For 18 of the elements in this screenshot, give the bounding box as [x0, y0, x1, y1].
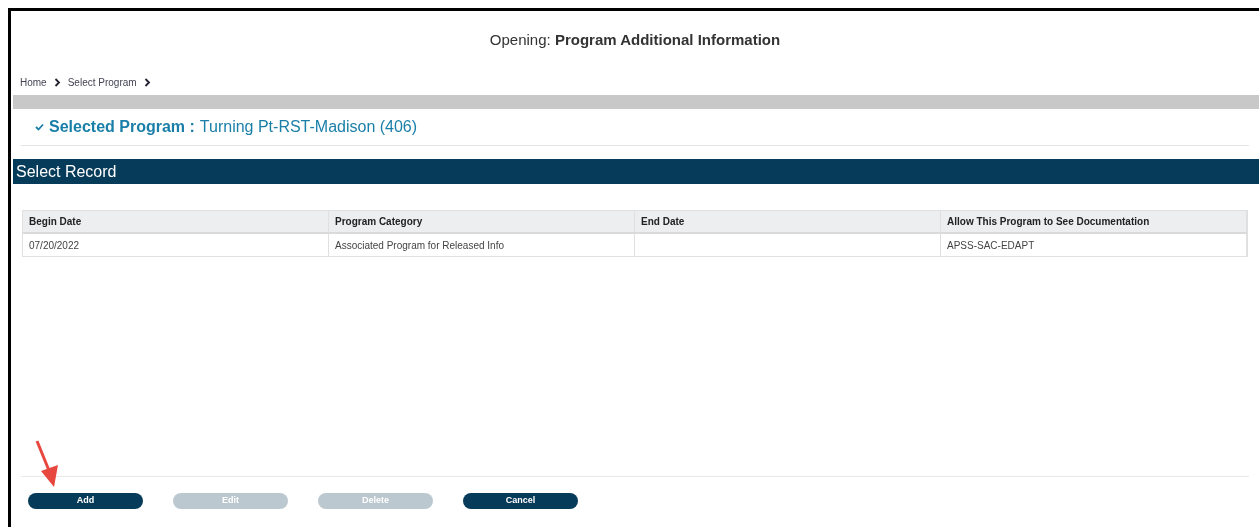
breadcrumb-link[interactable]: Home [20, 74, 47, 90]
check-icon[interactable] [35, 123, 44, 131]
chevron-icon [53, 77, 61, 87]
table-cell-text: Associated Program for Released Info [335, 238, 504, 253]
column-header: Program Category [329, 211, 635, 232]
action-button[interactable]: Add [28, 493, 143, 509]
breadcrumb-link[interactable]: Select Program [67, 74, 137, 90]
table-cell-text: APSS-SAC-EDAPT [947, 238, 1035, 253]
selected-program-value: Turning Pt-RST-Madison (406) [199, 117, 418, 137]
column-header: Begin Date [23, 211, 329, 232]
column-header: Allow This Program to See Documentation [941, 211, 1247, 232]
table-cell-text: 07/20/2022 [29, 238, 80, 253]
page-title: Opening: Program Additional Information [489, 29, 781, 50]
action-button[interactable]: Cancel [463, 493, 578, 509]
column-header: End Date [635, 211, 941, 232]
selected-program-label: Selected Program : [49, 117, 195, 137]
chevron-icon [143, 77, 151, 87]
section-header: Select Record [13, 159, 1259, 184]
